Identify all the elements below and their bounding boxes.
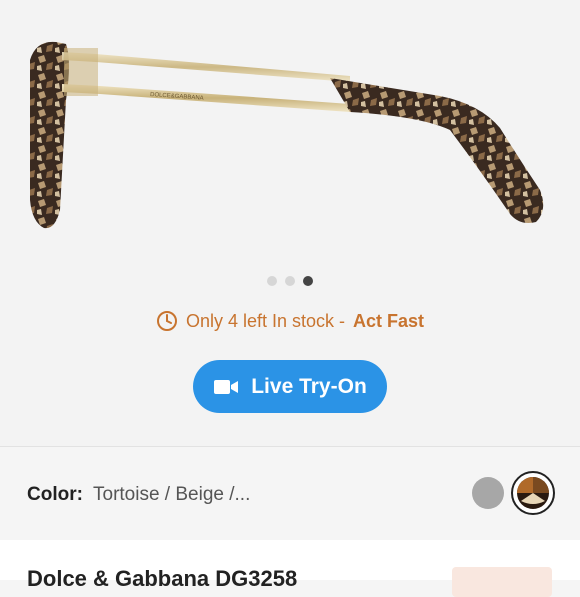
product-image-gallery[interactable]: DOLCE&GABBANA Only 4 left In stock - Act… <box>0 0 580 446</box>
carousel-dots <box>0 276 580 286</box>
carousel-dot-active[interactable] <box>303 276 313 286</box>
product-image: DOLCE&GABBANA <box>30 41 544 229</box>
clock-icon <box>156 311 177 331</box>
video-camera-icon <box>214 379 239 394</box>
swatch-grey[interactable] <box>472 477 504 509</box>
stock-urgency-text: Act Fast <box>353 310 425 331</box>
stock-text: Only 4 left In stock - <box>185 310 346 331</box>
product-badge[interactable] <box>452 567 552 597</box>
swatch-tortoise-selected[interactable] <box>511 471 555 515</box>
color-label: Color: <box>27 484 83 505</box>
live-try-on-label: Live Try-On <box>251 374 367 398</box>
carousel-dot[interactable] <box>267 276 277 286</box>
live-try-on-button[interactable]: Live Try-On <box>193 360 387 413</box>
product-title: Dolce & Gabbana DG3258 <box>27 566 298 591</box>
carousel-dot[interactable] <box>285 276 295 286</box>
color-value: Tortoise / Beige /... <box>93 484 251 505</box>
stock-notice: Only 4 left In stock - Act Fast <box>0 310 580 332</box>
tortoise-swatch-icon <box>517 477 549 509</box>
